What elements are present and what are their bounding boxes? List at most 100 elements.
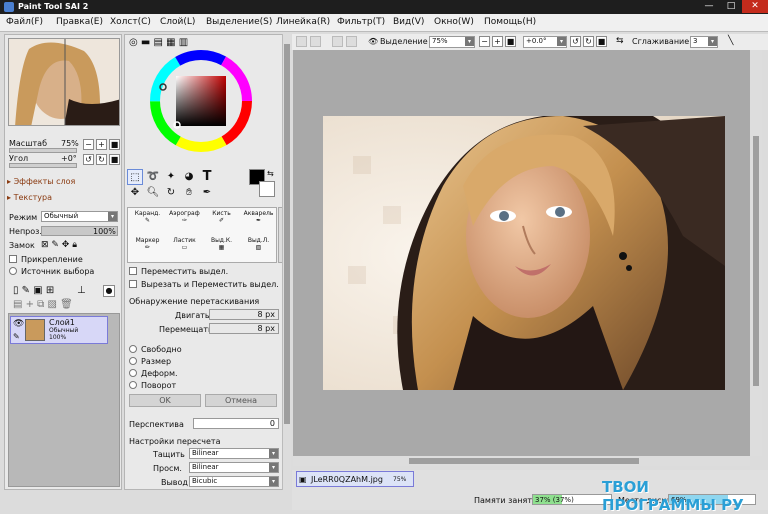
hand-tool[interactable]: ✋︎	[181, 185, 197, 201]
output-quality-select[interactable]: Bicubic ▾	[189, 476, 279, 487]
brush-select-eraser[interactable]: Выд.Л. ▧	[240, 236, 277, 263]
menu-layer[interactable]: Слой(L)	[160, 17, 195, 27]
document-tab[interactable]: ▣ JLeRR0QZAhM.jpg 75%	[296, 471, 414, 487]
move-selection-checkbox[interactable]	[129, 267, 137, 275]
zoom-select[interactable]: 75% ▾	[429, 36, 475, 48]
rotate-radio[interactable]	[129, 381, 137, 389]
menu-edit[interactable]: Правка(E)	[56, 17, 103, 27]
pen-pressure-icon[interactable]: ╲	[728, 36, 733, 46]
menu-window[interactable]: Окно(W)	[434, 17, 474, 27]
perspective-field[interactable]: 0	[193, 418, 279, 429]
canvas-horizontal-scrollbar[interactable]	[293, 456, 750, 466]
invert-button[interactable]	[346, 36, 357, 47]
smoothing-select[interactable]: 3 ▾	[690, 36, 718, 48]
undo-button[interactable]	[296, 36, 307, 47]
zoom-out-button[interactable]: −	[83, 139, 94, 150]
canvas-rotate-right-button[interactable]: ↻	[583, 36, 594, 47]
horizontal-scroll-thumb[interactable]	[409, 458, 639, 464]
merge-icon[interactable]: ⊥	[77, 285, 86, 296]
clip-checkbox[interactable]	[9, 255, 17, 263]
secondary-color-swatch[interactable]	[259, 181, 275, 197]
menu-ruler[interactable]: Линейка(R)	[276, 17, 330, 27]
canvas-zoom-in-button[interactable]: +	[492, 36, 503, 47]
redo-button[interactable]	[310, 36, 321, 47]
cancel-button[interactable]: Отмена	[205, 394, 277, 407]
angle-select[interactable]: +0.0° ▾	[523, 36, 567, 48]
zoom-in-button[interactable]: +	[96, 139, 107, 150]
eye-icon[interactable]: 👁︎	[13, 319, 24, 329]
brush-pencil[interactable]: Каранд. ✎	[129, 209, 166, 236]
lock-icons[interactable]: ⊠ ✎ ✥ 🔒︎	[41, 240, 77, 250]
menu-view[interactable]: Вид(V)	[393, 17, 424, 27]
menu-canvas[interactable]: Холст(C)	[110, 17, 151, 27]
deform-radio[interactable]	[129, 369, 137, 377]
canvas-area[interactable]	[293, 50, 750, 456]
brush-watercolor[interactable]: Акварель ✒	[240, 209, 277, 236]
eyedropper-tool[interactable]: ✒	[199, 185, 215, 201]
canvas-zoom-reset-button[interactable]: ■	[505, 36, 516, 47]
lasso-tool[interactable]: ➰	[145, 169, 161, 185]
layer-row[interactable]: 👁︎ ✎ Слой1 Обычный 100%	[10, 316, 108, 344]
tool-panel-scrollbar[interactable]	[282, 34, 291, 490]
vertical-scroll-thumb[interactable]	[753, 136, 759, 386]
drag-quality-select[interactable]: Bilinear ▾	[189, 448, 279, 459]
tool-panel-scroll-thumb[interactable]	[284, 44, 290, 424]
brush-airbrush[interactable]: Аэрограф ✑	[166, 209, 203, 236]
canvas-image[interactable]	[323, 116, 725, 390]
move-tool[interactable]: ✥	[127, 185, 143, 201]
navigator-preview[interactable]	[8, 38, 120, 126]
zoom-reset-button[interactable]: ■	[109, 139, 120, 150]
brush-brush[interactable]: Кисть ✐	[203, 209, 240, 236]
maximize-icon[interactable]: □	[720, 0, 742, 13]
angle-slider[interactable]	[9, 163, 77, 168]
rotate-tool[interactable]: ↻	[163, 185, 179, 201]
output-quality-label: Вывод	[161, 478, 188, 487]
app-logo-icon	[4, 2, 14, 12]
flip-icon[interactable]: ⇆	[616, 36, 624, 46]
size-radio[interactable]	[129, 357, 137, 365]
selection-source-radio[interactable]	[9, 267, 17, 275]
watermark-text: ТВОИ ПРОГРАММЫ РУ	[602, 478, 744, 514]
menu-selection[interactable]: Выделение(S)	[206, 17, 272, 27]
mask-layer-button[interactable]: ●	[103, 285, 115, 297]
scale-slider[interactable]	[9, 148, 77, 153]
menu-help[interactable]: Помощь(H)	[484, 17, 536, 27]
canvas-zoom-out-button[interactable]: −	[479, 36, 490, 47]
view-quality-select[interactable]: Bilinear ▾	[189, 462, 279, 473]
color-wheel[interactable]	[149, 49, 253, 153]
text-tool[interactable]: T	[199, 169, 215, 185]
rect-select-tool[interactable]: ⬚	[127, 169, 143, 185]
minimize-icon[interactable]: —	[698, 0, 720, 13]
rotate-reset-button[interactable]: ■	[109, 154, 120, 165]
cut-move-checkbox[interactable]	[129, 280, 137, 288]
menu-file[interactable]: Файл(F)	[6, 17, 43, 27]
ok-button[interactable]: OK	[129, 394, 201, 407]
memory-label: Памяти занято	[474, 496, 537, 505]
menu-filter[interactable]: Фильтр(T)	[337, 17, 385, 27]
rotate-left-button[interactable]: ↺	[83, 154, 94, 165]
canvas-vertical-scrollbar[interactable]	[750, 50, 762, 456]
color-mode-icons[interactable]: ◎ ▬ ▤ ▦ ▥	[129, 37, 188, 48]
layer-effects-section[interactable]: ▸ Эффекты слоя	[7, 177, 119, 191]
brush-select-pen[interactable]: Выд.К. ▦	[203, 236, 240, 263]
new-layer-icons[interactable]: ▯ ✎ ▣ ⊞	[13, 285, 54, 296]
move-distance-field[interactable]: 8 px	[209, 309, 279, 320]
canvas-rotate-reset-button[interactable]: ■	[596, 36, 607, 47]
layer-action-icons[interactable]: ▤ + ⧉ ▧ 🗑︎	[13, 299, 73, 310]
zoom-tool[interactable]: 🔍︎	[145, 185, 161, 201]
brush-eraser[interactable]: Ластик ▭	[166, 236, 203, 263]
magic-wand-tool[interactable]: ✦	[163, 169, 179, 185]
swap-colors-icon[interactable]: ⇆	[267, 169, 274, 178]
free-radio[interactable]	[129, 345, 137, 353]
shift-distance-field[interactable]: 8 px	[209, 323, 279, 334]
close-icon[interactable]: ✕	[742, 0, 768, 13]
brush-marker[interactable]: Маркер ✏	[129, 236, 166, 263]
canvas-rotate-left-button[interactable]: ↺	[570, 36, 581, 47]
shape-tool[interactable]: ◕	[181, 169, 197, 185]
rotate-right-button[interactable]: ↻	[96, 154, 107, 165]
selection-visibility-icon[interactable]: 👁︎	[368, 37, 378, 46]
texture-section[interactable]: ▸ Текстура	[7, 193, 119, 207]
blend-mode-select[interactable]: Обычный ▾	[41, 211, 118, 222]
brush-label: Маркер	[135, 237, 160, 244]
deselect-button[interactable]	[332, 36, 343, 47]
